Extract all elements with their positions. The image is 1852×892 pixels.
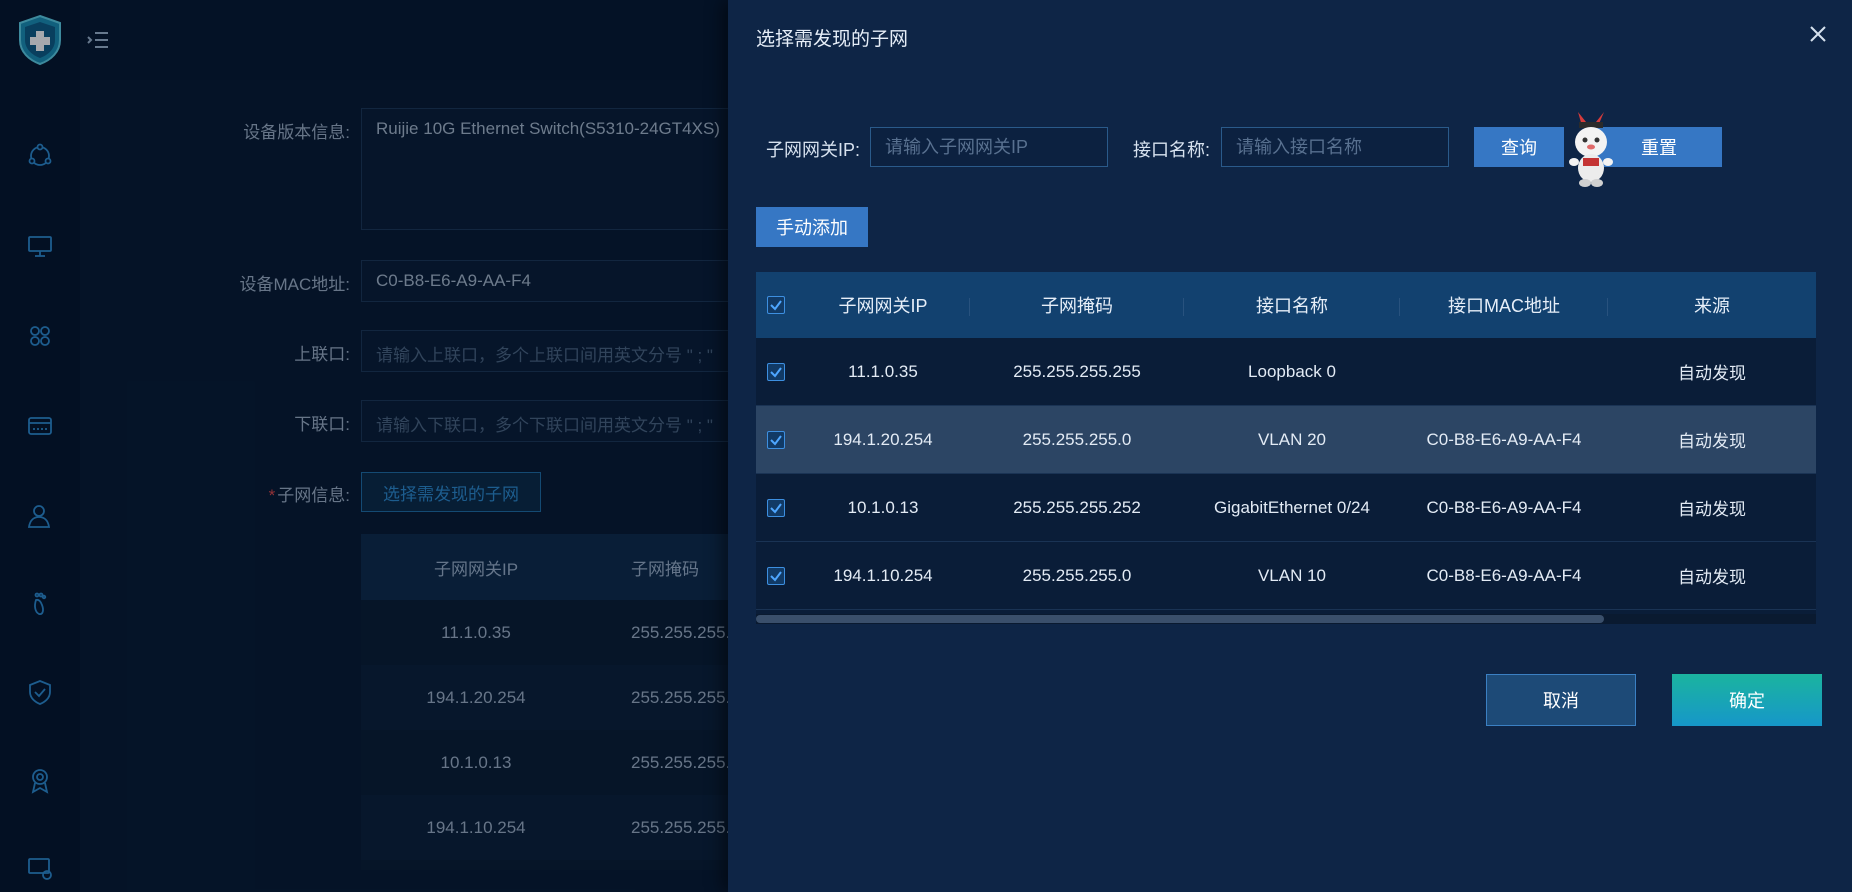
row-checkbox[interactable] [756,430,796,449]
row-checkbox[interactable] [756,498,796,517]
cell-gateway-ip: 11.1.0.35 [848,361,918,381]
drawer-title: 选择需发现的子网 [756,29,909,50]
cell-mask: 255.255.255.0 [1022,429,1132,449]
checkbox[interactable] [767,498,785,517]
cell-interface: VLAN 10 [1257,565,1327,585]
row-checkbox[interactable] [756,566,796,585]
table-row[interactable]: 11.1.0.35 255.255.255.255 Loopback 0 自动发… [756,338,1816,406]
check-icon [770,502,782,514]
header-mac: 接口MAC地址 [1400,292,1608,318]
cell-mac: C0-B8-E6-A9-AA-F4 [1426,497,1582,517]
scrollbar-thumb[interactable] [756,615,1604,623]
confirm-button[interactable]: 确定 [1672,674,1822,726]
table-row[interactable]: 10.1.0.13 255.255.255.252 GigabitEtherne… [756,474,1816,542]
header-interface: 接口名称 [1184,292,1400,318]
cell-gateway-ip: 10.1.0.13 [847,497,919,517]
table-row[interactable]: 194.1.20.254 255.255.255.0 VLAN 20 C0-B8… [756,406,1816,474]
cell-mac: C0-B8-E6-A9-AA-F4 [1426,429,1582,449]
cell-interface: VLAN 20 [1257,429,1327,449]
subnet-drawer: 选择需发现的子网 子网网关IP: 接口名称: 查询 重置 手动添加 [728,0,1852,892]
checkbox[interactable] [767,296,785,314]
query-button[interactable]: 查询 [1474,127,1564,167]
cancel-button[interactable]: 取消 [1486,674,1636,726]
table-header-row: 子网网关IP 子网掩码 接口名称 接口MAC地址 来源 [756,272,1816,338]
manual-add-button[interactable]: 手动添加 [756,207,868,247]
interface-name-input[interactable] [1221,127,1449,167]
cell-source: 自动发现 [1678,568,1746,587]
cell-gateway-ip: 194.1.20.254 [833,429,933,449]
cell-source: 自动发现 [1678,500,1746,519]
cell-interface: GigabitEthernet 0/24 [1214,497,1370,517]
checkbox[interactable] [767,566,785,585]
cell-mask: 255.255.255.0 [1022,565,1132,585]
cell-interface: Loopback 0 [1248,361,1336,381]
checkbox[interactable] [767,362,785,381]
modal-overlay[interactable] [0,0,728,892]
rabbit-mascot-icon [1566,112,1616,188]
cell-mac: C0-B8-E6-A9-AA-F4 [1426,565,1582,585]
header-gateway-ip: 子网网关IP [796,292,970,318]
close-icon[interactable] [1806,22,1830,46]
cell-gateway-ip: 194.1.10.254 [833,565,933,585]
header-mask: 子网掩码 [970,292,1184,318]
header-source: 来源 [1694,296,1730,316]
check-icon [770,300,782,311]
horizontal-scrollbar[interactable] [756,614,1816,624]
table-row[interactable]: 194.1.10.254 255.255.255.0 VLAN 10 C0-B8… [756,542,1816,610]
cell-mask: 255.255.255.252 [1013,497,1141,517]
cell-source: 自动发现 [1678,432,1746,451]
cell-mask: 255.255.255.255 [1013,361,1141,381]
subnet-table: 子网网关IP 子网掩码 接口名称 接口MAC地址 来源 11.1.0.35 25… [756,272,1816,624]
check-icon [770,570,782,582]
checkbox[interactable] [767,430,785,449]
interface-filter-label: 接口名称: [1133,140,1211,160]
gateway-ip-input[interactable] [870,127,1108,167]
cell-source: 自动发现 [1678,364,1746,383]
row-checkbox[interactable] [756,362,796,381]
check-icon [770,434,782,446]
select-all-checkbox[interactable] [756,296,796,314]
check-icon [770,366,782,378]
gateway-filter-label: 子网网关IP: [766,140,861,160]
